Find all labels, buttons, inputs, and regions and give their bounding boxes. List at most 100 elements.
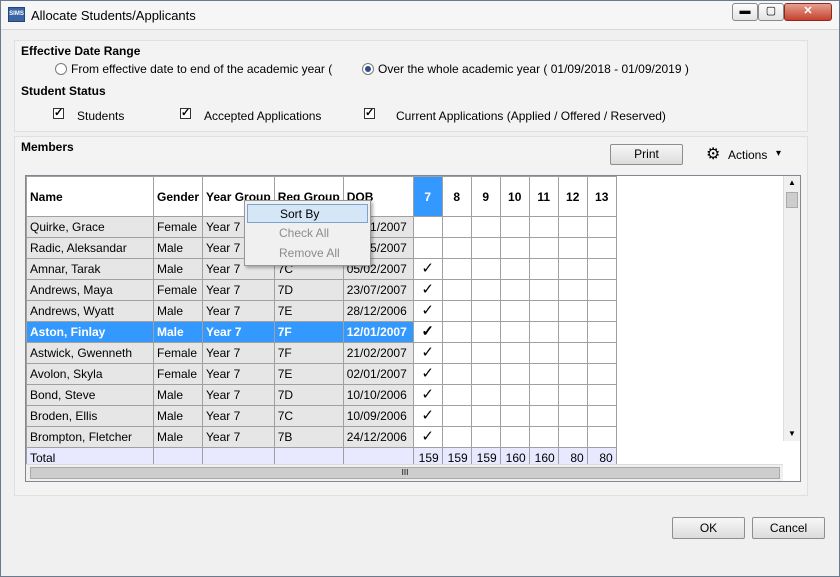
- year-7-membership-cell[interactable]: ✓: [412, 426, 443, 448]
- year-7-membership-cell[interactable]: ✓: [412, 363, 443, 385]
- year-10-membership-cell[interactable]: [499, 237, 530, 259]
- year-10-membership-cell[interactable]: [499, 216, 530, 238]
- current-applications-checkbox[interactable]: ✓: [364, 108, 375, 119]
- year-8-membership-cell[interactable]: [441, 342, 472, 364]
- gender-header[interactable]: Gender: [152, 176, 204, 217]
- year-8-membership-cell[interactable]: [441, 321, 472, 343]
- year-12-membership-cell[interactable]: [557, 405, 588, 427]
- year-12-membership-cell[interactable]: [557, 279, 588, 301]
- table-row[interactable]: Avolon, Skyla Female Year 7 7E 02/01/2007 ✓: [26, 363, 617, 385]
- year-7-membership-cell[interactable]: ✓: [412, 258, 443, 280]
- horizontal-scrollbar[interactable]: III: [26, 464, 783, 481]
- year-9-membership-cell[interactable]: [470, 405, 501, 427]
- year-12-membership-cell[interactable]: [557, 237, 588, 259]
- year-9-membership-cell[interactable]: [470, 321, 501, 343]
- year-7-membership-cell[interactable]: [412, 216, 443, 238]
- year-7-membership-cell[interactable]: ✓: [412, 300, 443, 322]
- radio-whole-academic-year[interactable]: [362, 63, 374, 75]
- year-10-membership-cell[interactable]: [499, 258, 530, 280]
- year-12-header[interactable]: 12: [557, 176, 588, 217]
- year-8-membership-cell[interactable]: [441, 279, 472, 301]
- actions-menu-button[interactable]: ⚙ Actions ▾: [706, 146, 796, 164]
- year-9-membership-cell[interactable]: [470, 363, 501, 385]
- year-7-membership-cell[interactable]: ✓: [412, 279, 443, 301]
- year-13-membership-cell[interactable]: [586, 342, 617, 364]
- close-button[interactable]: ✕: [784, 3, 832, 21]
- year-10-membership-cell[interactable]: [499, 363, 530, 385]
- minimize-button[interactable]: ▬: [732, 3, 758, 21]
- year-8-membership-cell[interactable]: [441, 426, 472, 448]
- year-8-header[interactable]: 8: [441, 176, 472, 217]
- year-13-membership-cell[interactable]: [586, 426, 617, 448]
- students-checkbox[interactable]: ✓: [53, 108, 64, 119]
- table-row[interactable]: Astwick, Gwenneth Female Year 7 7F 21/02/200…: [26, 342, 617, 364]
- table-row[interactable]: Andrews, Maya Female Year 7 7D 23/07/2007 ✓: [26, 279, 617, 301]
- maximize-button[interactable]: ▢: [758, 3, 784, 21]
- year-9-header[interactable]: 9: [470, 176, 501, 217]
- year-9-membership-cell[interactable]: [470, 258, 501, 280]
- year-13-membership-cell[interactable]: [586, 216, 617, 238]
- year-10-membership-cell[interactable]: [499, 279, 530, 301]
- year-7-membership-cell[interactable]: [412, 237, 443, 259]
- year-11-membership-cell[interactable]: [528, 363, 559, 385]
- year-13-membership-cell[interactable]: [586, 237, 617, 259]
- year-12-membership-cell[interactable]: [557, 216, 588, 238]
- year-9-membership-cell[interactable]: [470, 426, 501, 448]
- year-12-membership-cell[interactable]: [557, 426, 588, 448]
- year-9-membership-cell[interactable]: [470, 384, 501, 406]
- year-11-membership-cell[interactable]: [528, 405, 559, 427]
- year-8-membership-cell[interactable]: [441, 405, 472, 427]
- year-9-membership-cell[interactable]: [470, 279, 501, 301]
- print-button[interactable]: Print: [610, 144, 683, 165]
- year-12-membership-cell[interactable]: [557, 321, 588, 343]
- scroll-down-icon[interactable]: ▼: [788, 429, 796, 438]
- year-7-header[interactable]: 7: [412, 176, 443, 217]
- year-10-membership-cell[interactable]: [499, 405, 530, 427]
- year-8-membership-cell[interactable]: [441, 258, 472, 280]
- table-row[interactable]: Andrews, Wyatt Male Year 7 7E 28/12/2006 ✓: [26, 300, 617, 322]
- year-12-membership-cell[interactable]: [557, 363, 588, 385]
- year-8-membership-cell[interactable]: [441, 237, 472, 259]
- year-9-membership-cell[interactable]: [470, 300, 501, 322]
- year-13-membership-cell[interactable]: [586, 405, 617, 427]
- year-9-membership-cell[interactable]: [470, 216, 501, 238]
- year-10-header[interactable]: 10: [499, 176, 530, 217]
- table-row[interactable]: Brompton, Fletcher Male Year 7 7B 24/12/2006…: [26, 426, 617, 448]
- year-7-membership-cell[interactable]: ✓: [412, 342, 443, 364]
- cancel-button[interactable]: Cancel: [752, 517, 825, 539]
- table-row[interactable]: Aston, Finlay Male Year 7 7F 12/01/2007 ✓: [26, 321, 617, 343]
- table-row[interactable]: Broden, Ellis Male Year 7 7C 10/09/2006 ✓: [26, 405, 617, 427]
- year-11-membership-cell[interactable]: [528, 426, 559, 448]
- year-10-membership-cell[interactable]: [499, 342, 530, 364]
- year-11-membership-cell[interactable]: [528, 237, 559, 259]
- accepted-applications-checkbox[interactable]: ✓: [180, 108, 191, 119]
- year-7-membership-cell[interactable]: ✓: [412, 321, 443, 343]
- year-13-membership-cell[interactable]: [586, 300, 617, 322]
- year-13-membership-cell[interactable]: [586, 258, 617, 280]
- year-9-membership-cell[interactable]: [470, 237, 501, 259]
- ok-button[interactable]: OK: [672, 517, 745, 539]
- vertical-scroll-thumb[interactable]: [786, 192, 798, 208]
- scroll-up-icon[interactable]: ▲: [788, 178, 796, 187]
- year-7-membership-cell[interactable]: ✓: [412, 405, 443, 427]
- year-13-membership-cell[interactable]: [586, 384, 617, 406]
- year-12-membership-cell[interactable]: [557, 258, 588, 280]
- year-10-membership-cell[interactable]: [499, 426, 530, 448]
- menu-item-check-all[interactable]: Check All: [247, 224, 368, 243]
- year-13-membership-cell[interactable]: [586, 321, 617, 343]
- year-8-membership-cell[interactable]: [441, 363, 472, 385]
- year-8-membership-cell[interactable]: [441, 384, 472, 406]
- year-11-membership-cell[interactable]: [528, 321, 559, 343]
- year-8-membership-cell[interactable]: [441, 300, 472, 322]
- year-13-membership-cell[interactable]: [586, 363, 617, 385]
- horizontal-scroll-thumb[interactable]: III: [30, 467, 780, 479]
- year-12-membership-cell[interactable]: [557, 300, 588, 322]
- year-11-membership-cell[interactable]: [528, 384, 559, 406]
- year-10-membership-cell[interactable]: [499, 300, 530, 322]
- year-13-header[interactable]: 13: [586, 176, 617, 217]
- menu-item-sort-by[interactable]: Sort By: [247, 204, 368, 223]
- year-9-membership-cell[interactable]: [470, 342, 501, 364]
- year-12-membership-cell[interactable]: [557, 384, 588, 406]
- year-11-membership-cell[interactable]: [528, 258, 559, 280]
- year-11-header[interactable]: 11: [528, 176, 559, 217]
